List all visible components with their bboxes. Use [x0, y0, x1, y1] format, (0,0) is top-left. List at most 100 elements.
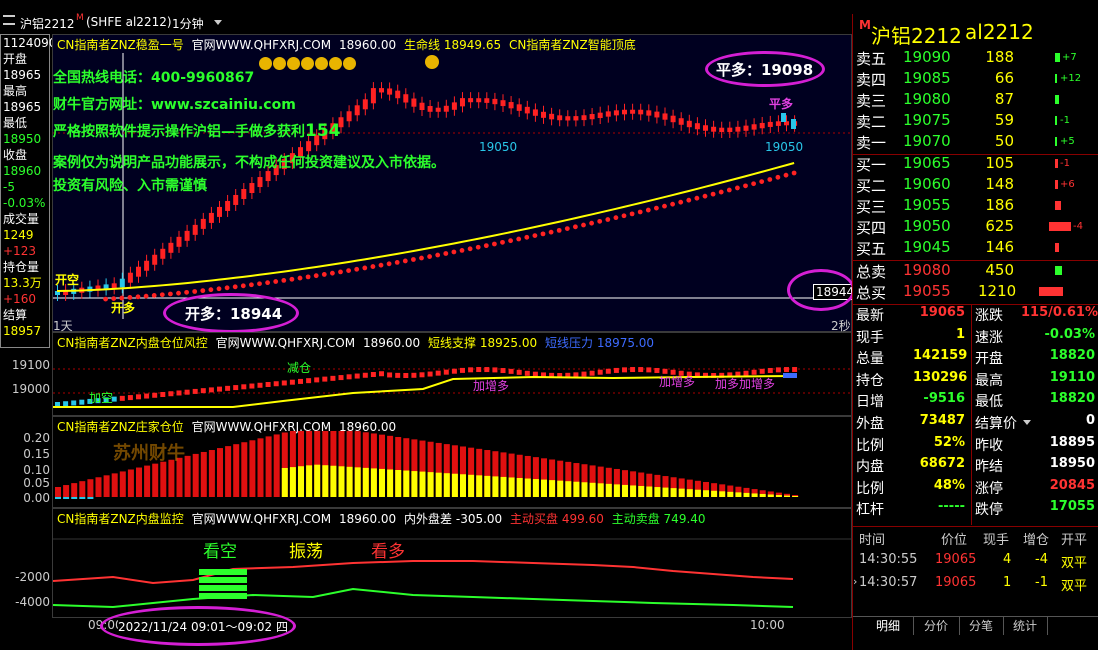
position-bar: [160, 461, 167, 497]
candle-body: [403, 372, 409, 378]
ask-volume: 59: [994, 111, 1014, 129]
candle-body: [484, 98, 490, 103]
total-volume: 450: [985, 261, 1014, 279]
bid-bar: [1055, 243, 1059, 252]
stat-row: 比例 52% 昨收 18895: [853, 435, 1098, 456]
position-bar-inner: [759, 493, 766, 497]
indicator-name: CN指南者ZNZ稳盈一号: [57, 38, 184, 52]
position-bar: [87, 497, 94, 499]
tab-detail[interactable]: 明细: [863, 617, 914, 635]
candle-body: [781, 113, 786, 122]
candle-body: [622, 109, 627, 115]
position-bar-inner: [411, 471, 418, 497]
ask-row-5[interactable]: 卖五 19090 188 +7: [853, 48, 1098, 69]
ask-row-4[interactable]: 卖四 19085 66 +12: [853, 69, 1098, 90]
bid-price: 19065: [903, 154, 951, 172]
position-bar-inner: [654, 487, 661, 497]
support-dot: [783, 172, 789, 178]
candle-body: [670, 115, 676, 123]
candle-body: [152, 254, 158, 265]
position-risk-panel[interactable]: CN指南者ZNZ内盘仓位风控 官网WWW.QHFXRJ.COM 18960.00…: [52, 332, 852, 416]
position-bar-inner: [743, 492, 750, 497]
period-selector[interactable]: 1分钟: [172, 15, 204, 32]
bid-row-5[interactable]: 买五 19045 146: [853, 238, 1098, 259]
menu-icon[interactable]: [3, 15, 15, 25]
stat-label: 涨停: [975, 480, 1003, 497]
bid-row-4[interactable]: 买四 19050 625 -4: [853, 217, 1098, 238]
position-bar: [79, 481, 86, 497]
candle-body: [686, 120, 692, 128]
position-bar-inner: [678, 488, 685, 497]
ask-row-1[interactable]: 卖一 19070 50 +5: [853, 132, 1098, 153]
bid-row-3[interactable]: 买三 19055 186: [853, 196, 1098, 217]
stat-label: 最新: [856, 308, 884, 324]
candle-body: [646, 110, 652, 116]
stat-label: 涨跌: [975, 308, 1003, 324]
candle-body: [460, 98, 465, 107]
dealer-position-panel[interactable]: CN指南者ZNZ庄家仓位 官网WWW.QHFXRJ.COM 18960.00 苏…: [52, 416, 852, 508]
buy-value: 499.60: [561, 512, 604, 526]
position-bar: [136, 467, 142, 497]
support-dot: [184, 289, 190, 295]
candle-body: [63, 401, 69, 407]
position-bar-inner: [330, 465, 337, 497]
position-bar-inner: [298, 466, 304, 497]
candle-body: [792, 367, 798, 373]
stat-value: -9516: [923, 391, 965, 407]
stat-value: 18895: [1049, 434, 1095, 450]
meter-bar: [199, 577, 247, 583]
bid-price: 19050: [903, 217, 951, 235]
candle-body: [427, 106, 433, 112]
stat-label: 昨收: [975, 437, 1003, 454]
stat-value: 0: [1085, 413, 1095, 428]
chevron-down-icon[interactable]: [1023, 420, 1031, 425]
candle-body: [249, 383, 255, 389]
candle-body: [532, 109, 538, 116]
price-chart-panel[interactable]: CN指南者ZNZ稳盈一号 官网WWW.QHFXRJ.COM 18960.00 生…: [52, 34, 858, 333]
candle-body: [775, 367, 781, 373]
support-dot: [759, 179, 765, 185]
stat-value: 18820: [1049, 348, 1095, 364]
stat-label: 昨结: [975, 459, 1003, 476]
ask-price: 19080: [903, 90, 951, 108]
position-bar-inner: [322, 465, 329, 497]
candle-body: [168, 242, 174, 253]
bid-row-1[interactable]: 买一 19065 105 -1: [853, 154, 1098, 175]
candle-body: [468, 98, 474, 103]
tab-price-distribution[interactable]: 分价: [913, 617, 960, 635]
position-bar-inner: [289, 467, 296, 497]
value-settlement: 18957: [3, 324, 42, 338]
support-dot: [516, 236, 522, 242]
support-dot: [621, 213, 627, 219]
position-bar: [63, 497, 70, 499]
position-bar-inner: [435, 472, 442, 497]
position-bar: [184, 455, 191, 497]
position-bar-inner: [589, 482, 596, 497]
tick-oi: -4: [1035, 552, 1048, 567]
bar-time: 11240901: [3, 36, 65, 50]
candle-body: [200, 388, 206, 394]
ask-label: 卖一: [856, 134, 887, 152]
candle-body: [767, 367, 773, 373]
price-tag-ellipse: [787, 269, 855, 311]
tab-statistics[interactable]: 统计: [1003, 617, 1048, 635]
bid-row-2[interactable]: 买二 19060 148 +6: [853, 175, 1098, 196]
stat-row: 外盘 73487 结算价 0: [853, 413, 1098, 434]
meter-bar: [199, 569, 247, 575]
ask-bar: [1055, 74, 1057, 83]
tick-row[interactable]: 14:30:55 19065 4 -4 双平: [853, 552, 1098, 572]
ask-row-2[interactable]: 卖二 19075 59 -1: [853, 111, 1098, 132]
tick-row[interactable]: › 14:30:57 19065 1 -1 双平: [853, 575, 1098, 595]
candle-body: [654, 111, 660, 118]
chevron-down-icon[interactable]: [214, 20, 222, 25]
bid-change: +6: [1060, 179, 1075, 190]
bid-label: 买五: [856, 240, 887, 258]
ask-row-3[interactable]: 卖三 19080 87: [853, 90, 1098, 111]
value-volume: 1249: [3, 228, 34, 242]
inner-market-panel[interactable]: CN指南者ZNZ内盘监控 官网WWW.QHFXRJ.COM 18960.00 内…: [52, 508, 852, 618]
tab-ticks[interactable]: 分笔: [959, 617, 1004, 635]
support-dot: [678, 199, 684, 205]
position-bar: [200, 451, 207, 497]
support-dot: [459, 248, 465, 253]
candle-body: [71, 400, 77, 406]
